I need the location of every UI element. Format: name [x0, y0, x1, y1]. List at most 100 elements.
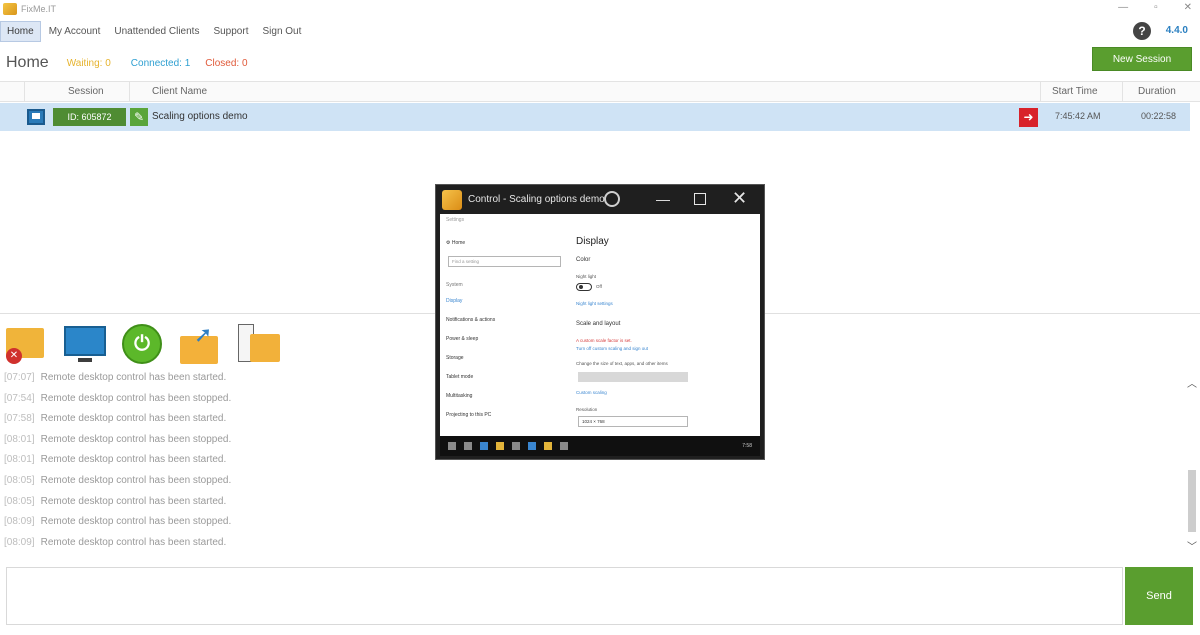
column-header-session[interactable]: Session	[68, 86, 104, 97]
home-header: Home Waiting: 0 Connected: 1 Closed: 0	[0, 50, 1200, 76]
duration: 00:22:58	[1141, 111, 1177, 121]
custom-scale-warning: A custom scale factor is set.	[576, 338, 632, 343]
help-icon[interactable]: ?	[1133, 22, 1151, 40]
edge-icon[interactable]	[480, 442, 488, 450]
folder-icon	[250, 334, 280, 362]
chat-message-input[interactable]	[6, 567, 1123, 625]
remote-control-window[interactable]: Control - Scaling options demo — ✕ Setti…	[435, 184, 765, 460]
column-header-start-time[interactable]: Start Time	[1052, 86, 1098, 97]
remote-taskbar: 7:58	[440, 436, 760, 456]
app-icon[interactable]	[544, 442, 552, 450]
column-divider	[1040, 82, 1041, 102]
settings-nav-tablet-mode[interactable]: Tablet mode	[446, 374, 566, 380]
title-bar: FixMe.IT — ▫ ✕	[0, 0, 1200, 18]
window-controls: — ▫ ✕	[1118, 2, 1192, 13]
log-scrollbar[interactable]: ︿ ﹀	[1186, 375, 1198, 553]
file-share-icon[interactable]: ➚	[178, 322, 222, 366]
custom-scaling-link[interactable]: Custom scaling	[576, 390, 607, 395]
settings-nav-projecting[interactable]: Projecting to this PC	[446, 412, 566, 418]
scale-dropdown[interactable]	[578, 372, 688, 382]
chevron-down-icon[interactable]: ﹀	[1186, 538, 1198, 553]
minimize-icon[interactable]: —	[1118, 2, 1128, 13]
menu-item-support[interactable]: Support	[207, 22, 254, 41]
turn-off-scaling-link[interactable]: Turn off custom scaling and sign out	[576, 346, 648, 351]
close-icon[interactable]: ✕	[1184, 2, 1192, 13]
remove-folder-icon[interactable]: ✕	[4, 322, 48, 366]
send-button[interactable]: Send	[1125, 567, 1193, 625]
night-light-settings-link[interactable]: Night light settings	[576, 301, 613, 306]
menu-item-my-account[interactable]: My Account	[43, 22, 107, 41]
resolution-dropdown[interactable]: 1024 × 768	[578, 416, 688, 427]
start-time: 7:45:42 AM	[1055, 111, 1101, 121]
app-logo-icon	[442, 189, 462, 210]
page-title: Home	[6, 54, 49, 71]
settings-heading: Display	[576, 236, 609, 247]
monitor-icon	[64, 326, 106, 356]
connected-count: Connected: 1	[130, 57, 191, 69]
column-header-client-name[interactable]: Client Name	[152, 86, 207, 97]
settings-nav-notifications[interactable]: Notifications & actions	[446, 317, 566, 323]
settings-nav-multitasking[interactable]: Multitasking	[446, 393, 566, 399]
remote-screen-icon[interactable]	[62, 322, 106, 366]
resolution-label: Resolution	[576, 407, 598, 412]
maximize-icon[interactable]	[694, 193, 706, 205]
settings-color-label: Color	[576, 257, 591, 263]
monitor-stand-icon	[78, 358, 92, 362]
power-symbol-icon: ⏻	[122, 324, 162, 364]
arrow-icon: ➚	[194, 322, 213, 347]
session-id-badge[interactable]: ID: 605872	[53, 108, 126, 126]
waiting-count: Waiting: 0	[66, 57, 111, 69]
settings-nav-storage[interactable]: Storage	[446, 355, 566, 361]
log-entry: [08:09] Remote desktop control has been s…	[4, 536, 227, 548]
close-icon[interactable]: ✕	[732, 188, 747, 209]
settings-icon[interactable]	[560, 442, 568, 450]
settings-nav-display[interactable]: Display	[446, 298, 566, 304]
settings-search-input[interactable]: Find a setting	[448, 256, 561, 267]
column-header-duration[interactable]: Duration	[1138, 86, 1176, 97]
scale-layout-heading: Scale and layout	[576, 321, 621, 327]
column-divider	[1122, 82, 1123, 102]
minimize-icon[interactable]: —	[656, 191, 670, 207]
night-light-state: Off	[596, 284, 602, 289]
client-name: Scaling options demo	[152, 111, 248, 122]
monitor-icon[interactable]	[27, 109, 45, 125]
settings-window-title: Settings	[446, 217, 465, 223]
settings-section-label: System	[446, 282, 463, 288]
file-explorer-icon[interactable]	[496, 442, 504, 450]
gear-icon[interactable]	[604, 191, 620, 207]
power-icon[interactable]: ⏻	[120, 322, 164, 366]
mail-icon[interactable]	[528, 442, 536, 450]
menu-item-home[interactable]: Home	[0, 20, 41, 42]
log-entry: [08:05] Remote desktop control has been s…	[4, 495, 227, 507]
windows-start-icon[interactable]	[448, 442, 456, 450]
settings-nav-power[interactable]: Power & sleep	[446, 336, 566, 342]
log-entry: [08:05] Remote desktop control has been s…	[4, 474, 232, 486]
table-row[interactable]: ID: 605872 ✎ Scaling options demo ➜ 7:45…	[0, 103, 1190, 131]
sessions-table-header: Session Client Name Start Time Duration	[0, 81, 1200, 102]
column-divider	[129, 82, 130, 102]
settings-home-link[interactable]: ⚙ Home	[446, 240, 465, 246]
edit-icon[interactable]: ✎	[130, 108, 148, 126]
scrollbar-thumb[interactable]	[1188, 470, 1196, 532]
remote-window-title: Control - Scaling options demo	[468, 194, 605, 205]
log-entry: [08:09] Remote desktop control has been s…	[4, 516, 232, 528]
main-menu: Home My Account Unattended Clients Suppo…	[0, 20, 309, 42]
night-light-label: Night light	[576, 274, 597, 279]
store-icon[interactable]	[512, 442, 520, 450]
column-divider	[24, 82, 25, 102]
file-transfer-icon[interactable]	[236, 322, 280, 366]
app-logo-icon	[3, 3, 17, 15]
menu-item-unattended-clients[interactable]: Unattended Clients	[108, 22, 205, 41]
menu-item-sign-out[interactable]: Sign Out	[256, 22, 307, 41]
new-session-button[interactable]: New Session	[1092, 47, 1192, 71]
maximize-icon[interactable]: ▫	[1154, 2, 1158, 13]
remote-title-bar[interactable]: Control - Scaling options demo	[436, 185, 766, 214]
chevron-up-icon[interactable]: ︿	[1186, 375, 1198, 390]
change-size-label: Change the size of text, apps, and other…	[576, 361, 668, 366]
search-icon[interactable]	[464, 442, 472, 450]
closed-count: Closed: 0	[205, 57, 248, 69]
version-label: 4.4.0	[1165, 25, 1188, 36]
remote-screen[interactable]: Settings ⚙ Home Find a setting System Di…	[440, 214, 760, 436]
disconnect-icon[interactable]: ➜	[1019, 108, 1038, 127]
night-light-toggle[interactable]	[576, 283, 592, 291]
